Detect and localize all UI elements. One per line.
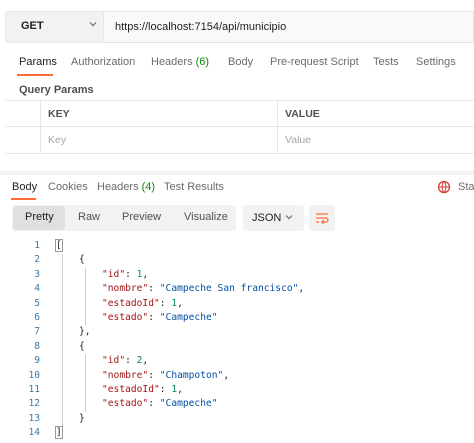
tab-test-results[interactable]: Test Results [164,181,224,193]
table-border-mid [5,126,474,127]
tab-headers[interactable]: Headers (6) [151,56,209,68]
code-object-close: } [79,412,85,424]
value-input[interactable]: Value [285,134,311,146]
pane-divider[interactable] [0,171,474,175]
code-line: "nombre": "Champoton", [102,369,230,381]
line-number: 11 [28,384,40,395]
code-line: "estado": "Campeche" [102,398,218,410]
tab-settings[interactable]: Settings [416,56,456,68]
tab-params[interactable]: Params [19,56,57,68]
status-label: Sta [458,181,474,193]
line-number: 8 [34,340,40,352]
code-line: "id": 1, [102,268,149,280]
active-tab-indicator [17,74,53,76]
tab-response-body[interactable]: Body [12,181,37,193]
indent-guide [85,268,86,326]
code-line: "estadoId": 1, [102,297,183,309]
line-number: 3 [34,268,40,280]
line-number: 7 [34,326,40,338]
table-divider [277,100,278,154]
url-text: https://localhost:7154/api/municipio [115,21,287,33]
line-number: 1 [34,240,40,251]
active-response-tab-indicator [11,198,36,200]
code-line: "id": 2, [102,355,149,367]
method-label: GET [21,20,44,32]
tab-pre-request-script[interactable]: Pre-request Script [270,56,359,68]
code-line: "nombre": "Campeche San francisco", [102,283,305,295]
view-preview-button[interactable]: Preview [122,211,161,223]
code-object-open: { [79,340,85,352]
view-pretty-button[interactable]: Pretty [25,211,54,223]
line-number: 13 [28,412,40,424]
line-number: 2 [34,254,40,266]
view-visualize-button[interactable]: Visualize [184,211,228,223]
line-number: 4 [34,283,40,295]
tab-tests[interactable]: Tests [373,56,399,68]
line-number: 5 [34,297,40,309]
line-number: 12 [28,398,40,410]
tab-body[interactable]: Body [228,56,253,68]
key-column-header: KEY [48,108,70,120]
tab-response-headers[interactable]: Headers (4) [97,181,155,193]
value-column-header: VALUE [285,108,320,120]
code-object-open: { [79,254,85,266]
line-number: 9 [34,355,40,367]
line-number: 6 [34,312,40,323]
tab-cookies[interactable]: Cookies [48,181,88,193]
view-raw-button[interactable]: Raw [78,211,100,223]
code-object-close: }, [79,326,91,338]
chevron-down-icon [89,22,97,27]
indent-guide [62,254,63,428]
query-params-title: Query Params [19,84,94,96]
table-divider [40,100,41,154]
code-array-close: ] [55,426,63,440]
key-input[interactable]: Key [48,134,66,146]
tab-authorization[interactable]: Authorization [71,56,135,68]
wrap-lines-icon [316,213,329,225]
code-line: "estadoId": 1, [102,384,183,395]
table-border-top [5,100,474,101]
table-border-bottom [5,153,474,154]
code-line: "estado": "Campeche" [102,312,218,323]
line-number: 10 [28,369,40,381]
globe-icon[interactable] [437,180,451,194]
format-label: JSON [252,212,282,224]
indent-guide [85,354,86,412]
line-number: 14 [28,427,40,439]
chevron-down-icon [285,215,293,220]
code-array-open: [ [55,239,63,252]
